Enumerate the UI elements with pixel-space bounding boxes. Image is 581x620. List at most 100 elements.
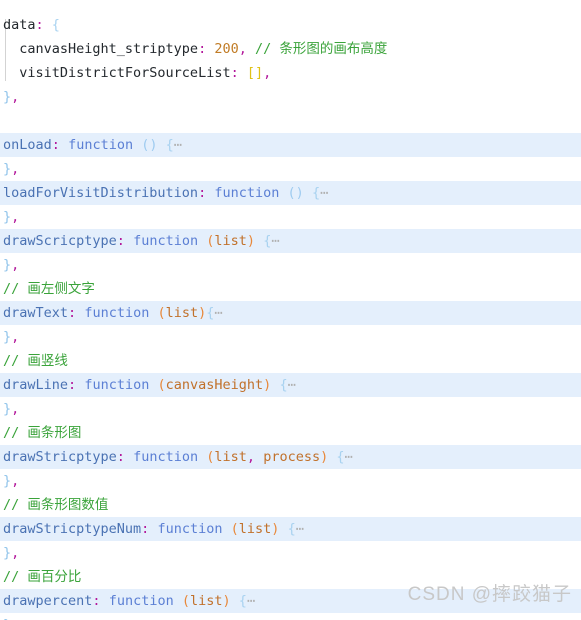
code-token: }	[3, 401, 12, 417]
line-drawstricptypenum-close[interactable]: },	[0, 541, 581, 565]
code-token: {	[279, 377, 288, 393]
code-token: ⋯	[287, 377, 296, 393]
code-line-text: data: {	[0, 13, 60, 37]
line-drawtext[interactable]: drawText: function (list){⋯	[0, 301, 581, 325]
code-token: list	[190, 593, 223, 609]
code-token: function	[84, 305, 150, 321]
code-token: :	[116, 449, 125, 465]
code-line-text: drawScricptype: function (list) {⋯	[0, 229, 279, 253]
code-token: (	[157, 305, 166, 321]
code-token: visitDistrictForSourceList	[3, 65, 231, 81]
code-token: list	[238, 521, 272, 537]
code-token: :	[230, 65, 239, 81]
code-token: ,	[11, 161, 20, 177]
line-data-open[interactable]: data: {	[0, 13, 581, 37]
code-token: ,	[11, 257, 20, 273]
code-token: drawStricptype	[3, 449, 117, 465]
code-line-text: },	[0, 613, 19, 620]
code-token: }	[3, 89, 12, 105]
code-line-text: },	[0, 469, 19, 493]
code-token: // 画条形图数值	[3, 497, 109, 513]
code-line-text: // 画竖线	[0, 349, 68, 373]
code-token: ⋯	[246, 593, 256, 609]
code-line-text: },	[0, 85, 19, 109]
code-token: ,	[11, 89, 20, 105]
code-token: ⋯	[271, 233, 280, 249]
code-token: ,	[238, 41, 247, 57]
code-token: drawStricptypeNum	[3, 521, 142, 537]
code-token: process	[263, 449, 321, 465]
code-token: (	[157, 377, 166, 393]
code-lines-container[interactable]: data: { canvasHeight_striptype: 200, // …	[0, 13, 581, 620]
line-canvas-height[interactable]: canvasHeight_striptype: 200, // 条形图的画布高度	[0, 37, 581, 61]
code-token: 200	[214, 41, 239, 57]
line-drawscricptype[interactable]: drawScricptype: function (list) {⋯	[0, 229, 581, 253]
code-editor-viewport[interactable]: data: { canvasHeight_striptype: 200, // …	[0, 0, 581, 620]
code-token: function	[108, 593, 174, 609]
code-token: // 条形图的画布高度	[255, 41, 388, 57]
line-drawpercent-close[interactable]: },	[0, 613, 581, 620]
line-drawline[interactable]: drawLine: function (canvasHeight) {⋯	[0, 373, 581, 397]
code-token: (	[230, 521, 239, 537]
line-onload[interactable]: onLoad: function () {⋯	[0, 133, 581, 157]
code-token: list	[165, 305, 199, 321]
code-line-text: },	[0, 325, 19, 349]
code-token: // 画条形图	[3, 425, 82, 441]
line-drawline-close[interactable]: },	[0, 397, 581, 421]
code-token: )	[320, 449, 329, 465]
code-token: )	[222, 593, 231, 609]
code-token: }	[3, 545, 12, 561]
code-token: ⋯	[173, 137, 182, 153]
code-token: }	[3, 473, 12, 489]
code-line-text: },	[0, 157, 19, 181]
line-drawtext-close[interactable]: },	[0, 325, 581, 349]
code-token: :	[35, 17, 44, 33]
line-drawstricptypenum[interactable]: drawStricptypeNum: function (list) {⋯	[0, 517, 581, 541]
code-token: function	[157, 521, 223, 537]
line-blank-1[interactable]	[0, 109, 581, 133]
code-line-text: drawStricptypeNum: function (list) {⋯	[0, 517, 304, 541]
line-drawscricptype-close[interactable]: },	[0, 253, 581, 277]
line-drawstricptype-close[interactable]: },	[0, 469, 581, 493]
line-visit-district[interactable]: visitDistrictForSourceList: [],	[0, 61, 581, 85]
code-token: // 画竖线	[3, 353, 68, 369]
line-comment-drawtext[interactable]: // 画左侧文字	[0, 277, 581, 301]
line-onload-close[interactable]: },	[0, 157, 581, 181]
line-loadforvisitdistribution-close[interactable]: },	[0, 205, 581, 229]
code-line-text: },	[0, 397, 19, 421]
code-token: drawScricptype	[3, 233, 117, 249]
line-comment-drawline[interactable]: // 画竖线	[0, 349, 581, 373]
line-loadforvisitdistribution[interactable]: loadForVisitDistribution: function () {⋯	[0, 181, 581, 205]
line-data-close[interactable]: },	[0, 85, 581, 109]
code-line-clipped-top	[0, 0, 581, 13]
code-token: :	[198, 185, 207, 201]
code-line-text: drawLine: function (canvasHeight) {⋯	[0, 373, 296, 397]
code-token: ⋯	[320, 185, 329, 201]
code-token: ,	[263, 65, 272, 81]
code-line-text: drawStricptype: function (list, process)…	[0, 445, 353, 469]
line-comment-drawstricptype[interactable]: // 画条形图	[0, 421, 581, 445]
code-token: }	[3, 329, 12, 345]
code-token: :	[68, 305, 77, 321]
code-line-text: onLoad: function () {⋯	[0, 133, 182, 157]
code-token: }	[3, 161, 12, 177]
code-token: ,	[11, 329, 20, 345]
code-token: }	[3, 257, 12, 273]
code-token: ,	[11, 401, 20, 417]
line-comment-drawstricptypenum[interactable]: // 画条形图数值	[0, 493, 581, 517]
code-token: ()	[287, 185, 304, 201]
csdn-watermark: CSDN @摔跤猫子	[407, 584, 572, 605]
line-drawstricptype[interactable]: drawStricptype: function (list, process)…	[0, 445, 581, 469]
code-token: function	[133, 233, 199, 249]
code-token: ,	[11, 209, 20, 225]
